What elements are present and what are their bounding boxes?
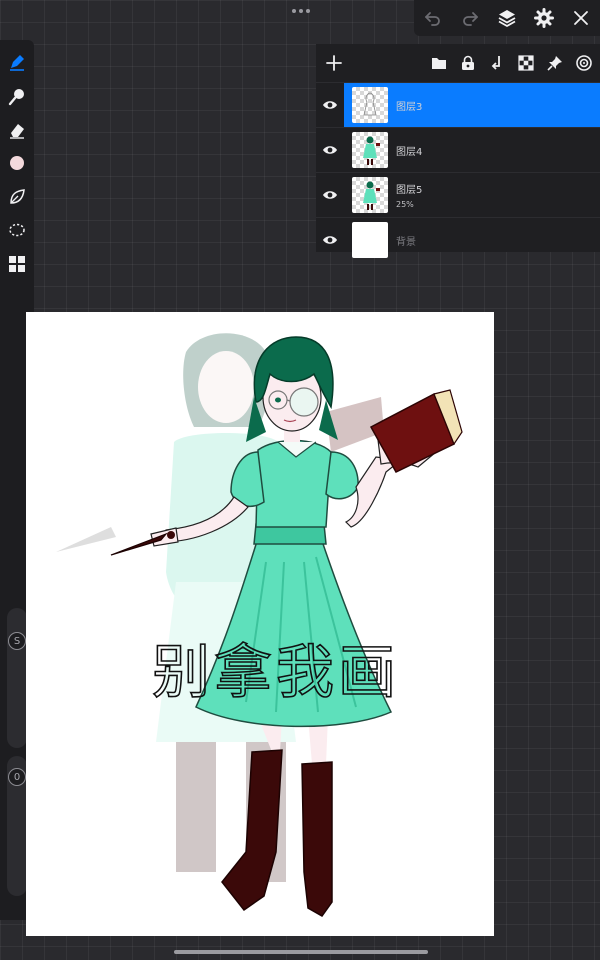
layer-thumbnail <box>352 87 388 123</box>
home-indicator[interactable] <box>174 950 428 954</box>
close-icon[interactable] <box>568 5 594 31</box>
layer-opacity: 25% <box>396 200 414 209</box>
layers-icon[interactable] <box>494 5 520 31</box>
layer-row-layer5[interactable]: 图层5 25% <box>316 172 600 217</box>
smudge-icon[interactable] <box>5 84 29 108</box>
merge-down-icon[interactable] <box>487 53 507 73</box>
layer-thumbnail <box>352 222 388 258</box>
layer-row-layer3[interactable]: 图层3 <box>316 82 600 127</box>
drawing-canvas[interactable]: 别拿我画 <box>26 312 494 936</box>
layer-name: 图层3 <box>396 101 423 113</box>
brush-size-knob[interactable]: S <box>8 632 26 650</box>
eraser-icon[interactable] <box>5 118 29 142</box>
color-swatch[interactable] <box>5 151 29 175</box>
pin-icon[interactable] <box>545 53 565 73</box>
checkerboard-icon[interactable] <box>516 53 536 73</box>
layers-toolbar <box>316 44 600 82</box>
window-grabber[interactable] <box>288 6 314 16</box>
lock-icon[interactable] <box>458 53 478 73</box>
visibility-eye-icon[interactable] <box>316 232 344 248</box>
brush-pen-icon[interactable] <box>5 50 29 74</box>
add-layer-button[interactable] <box>322 51 346 75</box>
gear-icon[interactable] <box>531 5 557 31</box>
transform-grid-icon[interactable] <box>5 252 29 276</box>
layer-name: 图层5 <box>396 185 423 196</box>
layer-thumbnail <box>352 132 388 168</box>
undo-icon[interactable] <box>420 5 446 31</box>
layer-row-layer4[interactable]: 图层4 <box>316 127 600 172</box>
layer-name: 图层4 <box>396 146 423 158</box>
layer-name: 背景 <box>396 236 416 248</box>
reference-icon[interactable] <box>574 53 594 73</box>
layers-panel: 图层3 图层4 图层5 25% 背景 <box>316 44 600 258</box>
top-toolbar <box>414 0 600 36</box>
artwork-illustration: 别拿我画 <box>56 333 463 917</box>
folder-icon[interactable] <box>429 53 449 73</box>
lasso-select-icon[interactable] <box>5 218 29 242</box>
visibility-eye-icon[interactable] <box>316 187 344 203</box>
visibility-eye-icon[interactable] <box>316 97 344 113</box>
visibility-eye-icon[interactable] <box>316 142 344 158</box>
handwritten-text: 别拿我画 <box>152 638 400 706</box>
opacity-knob[interactable]: 0 <box>8 768 26 786</box>
leaf-icon[interactable] <box>5 185 29 209</box>
opacity-slider[interactable]: 0 <box>7 756 27 896</box>
redo-icon[interactable] <box>457 5 483 31</box>
layer-row-background[interactable]: 背景 <box>316 217 600 262</box>
brush-size-slider[interactable]: S <box>7 608 27 748</box>
layer-thumbnail <box>352 177 388 213</box>
